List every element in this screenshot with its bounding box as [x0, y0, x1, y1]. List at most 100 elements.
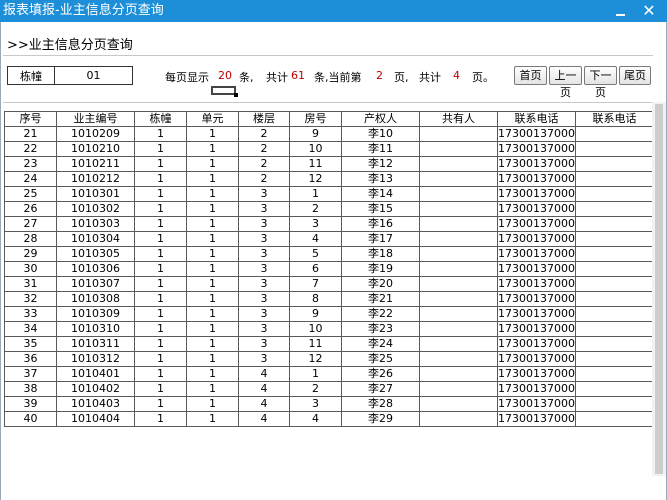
scrollbar-thumb[interactable] — [655, 104, 663, 474]
table-cell: 12 — [289, 171, 342, 187]
table-row[interactable]: 24 1010212 1 1 2 12 李13 17300137000 — [4, 171, 654, 187]
table-cell: 李21 — [341, 291, 420, 307]
table-cell: 17300137000 — [497, 261, 576, 277]
table-cell: 33 — [4, 306, 57, 322]
table-cell: 李28 — [341, 396, 420, 412]
table-cell — [419, 366, 498, 382]
table-cell: 1 — [134, 366, 187, 382]
next-page-button[interactable]: 下一页 — [584, 66, 617, 99]
table-cell: 李18 — [341, 246, 420, 262]
table-cell: 4 — [238, 366, 290, 382]
table-row[interactable]: 39 1010403 1 1 4 3 李28 17300137000 — [4, 396, 654, 412]
table-cell: 1010302 — [56, 201, 135, 217]
table-cell: 38 — [4, 381, 57, 397]
table-row[interactable]: 37 1010401 1 1 4 1 李26 17300137000 — [4, 366, 654, 382]
table-cell: 3 — [238, 216, 290, 232]
table-row[interactable]: 36 1010312 1 1 3 12 李25 17300137000 — [4, 351, 654, 367]
table-row[interactable]: 40 1010404 1 1 4 4 李29 17300137000 — [4, 411, 654, 427]
table-cell: 1010212 — [56, 171, 135, 187]
table-cell: 17300137000 — [497, 366, 576, 382]
table-cell — [575, 306, 654, 322]
table-cell: 21 — [4, 126, 57, 142]
table-cell — [575, 366, 654, 382]
table-row[interactable]: 21 1010209 1 1 2 9 李10 17300137000 — [4, 126, 654, 142]
table-cell: 李11 — [341, 141, 420, 157]
table-row[interactable]: 25 1010301 1 1 3 1 李14 17300137000 — [4, 186, 654, 202]
table-cell: 9 — [289, 126, 342, 142]
last-page-button[interactable]: 尾页 — [619, 66, 651, 85]
table-row[interactable]: 26 1010302 1 1 3 2 李15 17300137000 — [4, 201, 654, 217]
table-cell: 1010404 — [56, 411, 135, 427]
table-cell: 1 — [186, 186, 239, 202]
table-cell — [575, 261, 654, 277]
table-cell: 3 — [238, 261, 290, 277]
table-cell: 1 — [134, 261, 187, 277]
table-cell — [575, 291, 654, 307]
table-cell: 11 — [289, 156, 342, 172]
column-header-floor: 楼层 — [238, 111, 290, 127]
table-cell: 3 — [289, 216, 342, 232]
table-cell: 34 — [4, 321, 57, 337]
table-row[interactable]: 23 1010211 1 1 2 11 李12 17300137000 — [4, 156, 654, 172]
table-cell: 3 — [238, 321, 290, 337]
table-row[interactable]: 28 1010304 1 1 3 4 李17 17300137000 — [4, 231, 654, 247]
table-cell: 1010211 — [56, 156, 135, 172]
building-filter-input[interactable] — [54, 66, 133, 85]
table-row[interactable]: 32 1010308 1 1 3 8 李21 17300137000 — [4, 291, 654, 307]
table-cell — [575, 171, 654, 187]
table-cell: 1 — [134, 216, 187, 232]
table-cell: 17300137000 — [497, 396, 576, 412]
current-page-value: 2 — [376, 69, 383, 82]
table-row[interactable]: 22 1010210 1 1 2 10 李11 17300137000 — [4, 141, 654, 157]
table-cell — [575, 231, 654, 247]
table-cell: 4 — [238, 381, 290, 397]
table-cell: 1010209 — [56, 126, 135, 142]
table-cell: 3 — [238, 276, 290, 292]
minimize-icon[interactable] — [613, 3, 629, 19]
table-cell: 1 — [186, 231, 239, 247]
table-cell: 7 — [289, 276, 342, 292]
table-cell — [419, 141, 498, 157]
main-panel: >>业主信息分页查询 栋幢 每页显示 20 条, 共计 61 条,当前第 2 页… — [0, 22, 667, 500]
table-row[interactable]: 38 1010402 1 1 4 2 李27 17300137000 — [4, 381, 654, 397]
first-page-button[interactable]: 首页 — [514, 66, 547, 85]
table-cell: 1 — [134, 396, 187, 412]
table-cell: 李24 — [341, 336, 420, 352]
table-row[interactable]: 35 1010311 1 1 3 11 李24 17300137000 — [4, 336, 654, 352]
table-cell: 1 — [186, 411, 239, 427]
table-cell: 17300137000 — [497, 156, 576, 172]
table-row[interactable]: 27 1010303 1 1 3 3 李16 17300137000 — [4, 216, 654, 232]
table-cell: 17300137000 — [497, 186, 576, 202]
table-cell — [575, 126, 654, 142]
table-cell: 17300137000 — [497, 231, 576, 247]
table-cell: 1 — [186, 171, 239, 187]
table-cell: 3 — [289, 396, 342, 412]
vertical-scrollbar[interactable] — [652, 102, 666, 476]
column-header-owner-id: 业主编号 — [56, 111, 135, 127]
table-cell: 1 — [186, 126, 239, 142]
table-cell: 22 — [4, 141, 57, 157]
table-cell — [575, 351, 654, 367]
column-header-phone-2: 联系电话 — [575, 111, 654, 127]
close-icon[interactable]: ✕ — [641, 0, 657, 22]
focus-marker — [211, 86, 236, 95]
table-cell: 1 — [134, 246, 187, 262]
table-cell — [575, 141, 654, 157]
table-cell: 6 — [289, 261, 342, 277]
table-cell: 35 — [4, 336, 57, 352]
total-pages-value: 4 — [453, 69, 460, 82]
table-row[interactable]: 29 1010305 1 1 3 5 李18 17300137000 — [4, 246, 654, 262]
table-row[interactable]: 30 1010306 1 1 3 6 李19 17300137000 — [4, 261, 654, 277]
prev-page-button[interactable]: 上一页 — [549, 66, 582, 99]
table-cell: 30 — [4, 261, 57, 277]
column-header-phone: 联系电话 — [497, 111, 576, 127]
table-cell — [419, 231, 498, 247]
table-cell — [419, 201, 498, 217]
table-cell — [575, 411, 654, 427]
table-row[interactable]: 34 1010310 1 1 3 10 李23 17300137000 — [4, 321, 654, 337]
table-cell: 1 — [134, 201, 187, 217]
table-row[interactable]: 31 1010307 1 1 3 7 李20 17300137000 — [4, 276, 654, 292]
table-row[interactable]: 33 1010309 1 1 3 9 李22 17300137000 — [4, 306, 654, 322]
column-header-owner: 产权人 — [341, 111, 420, 127]
pages-suffix: 页。 — [472, 71, 494, 84]
